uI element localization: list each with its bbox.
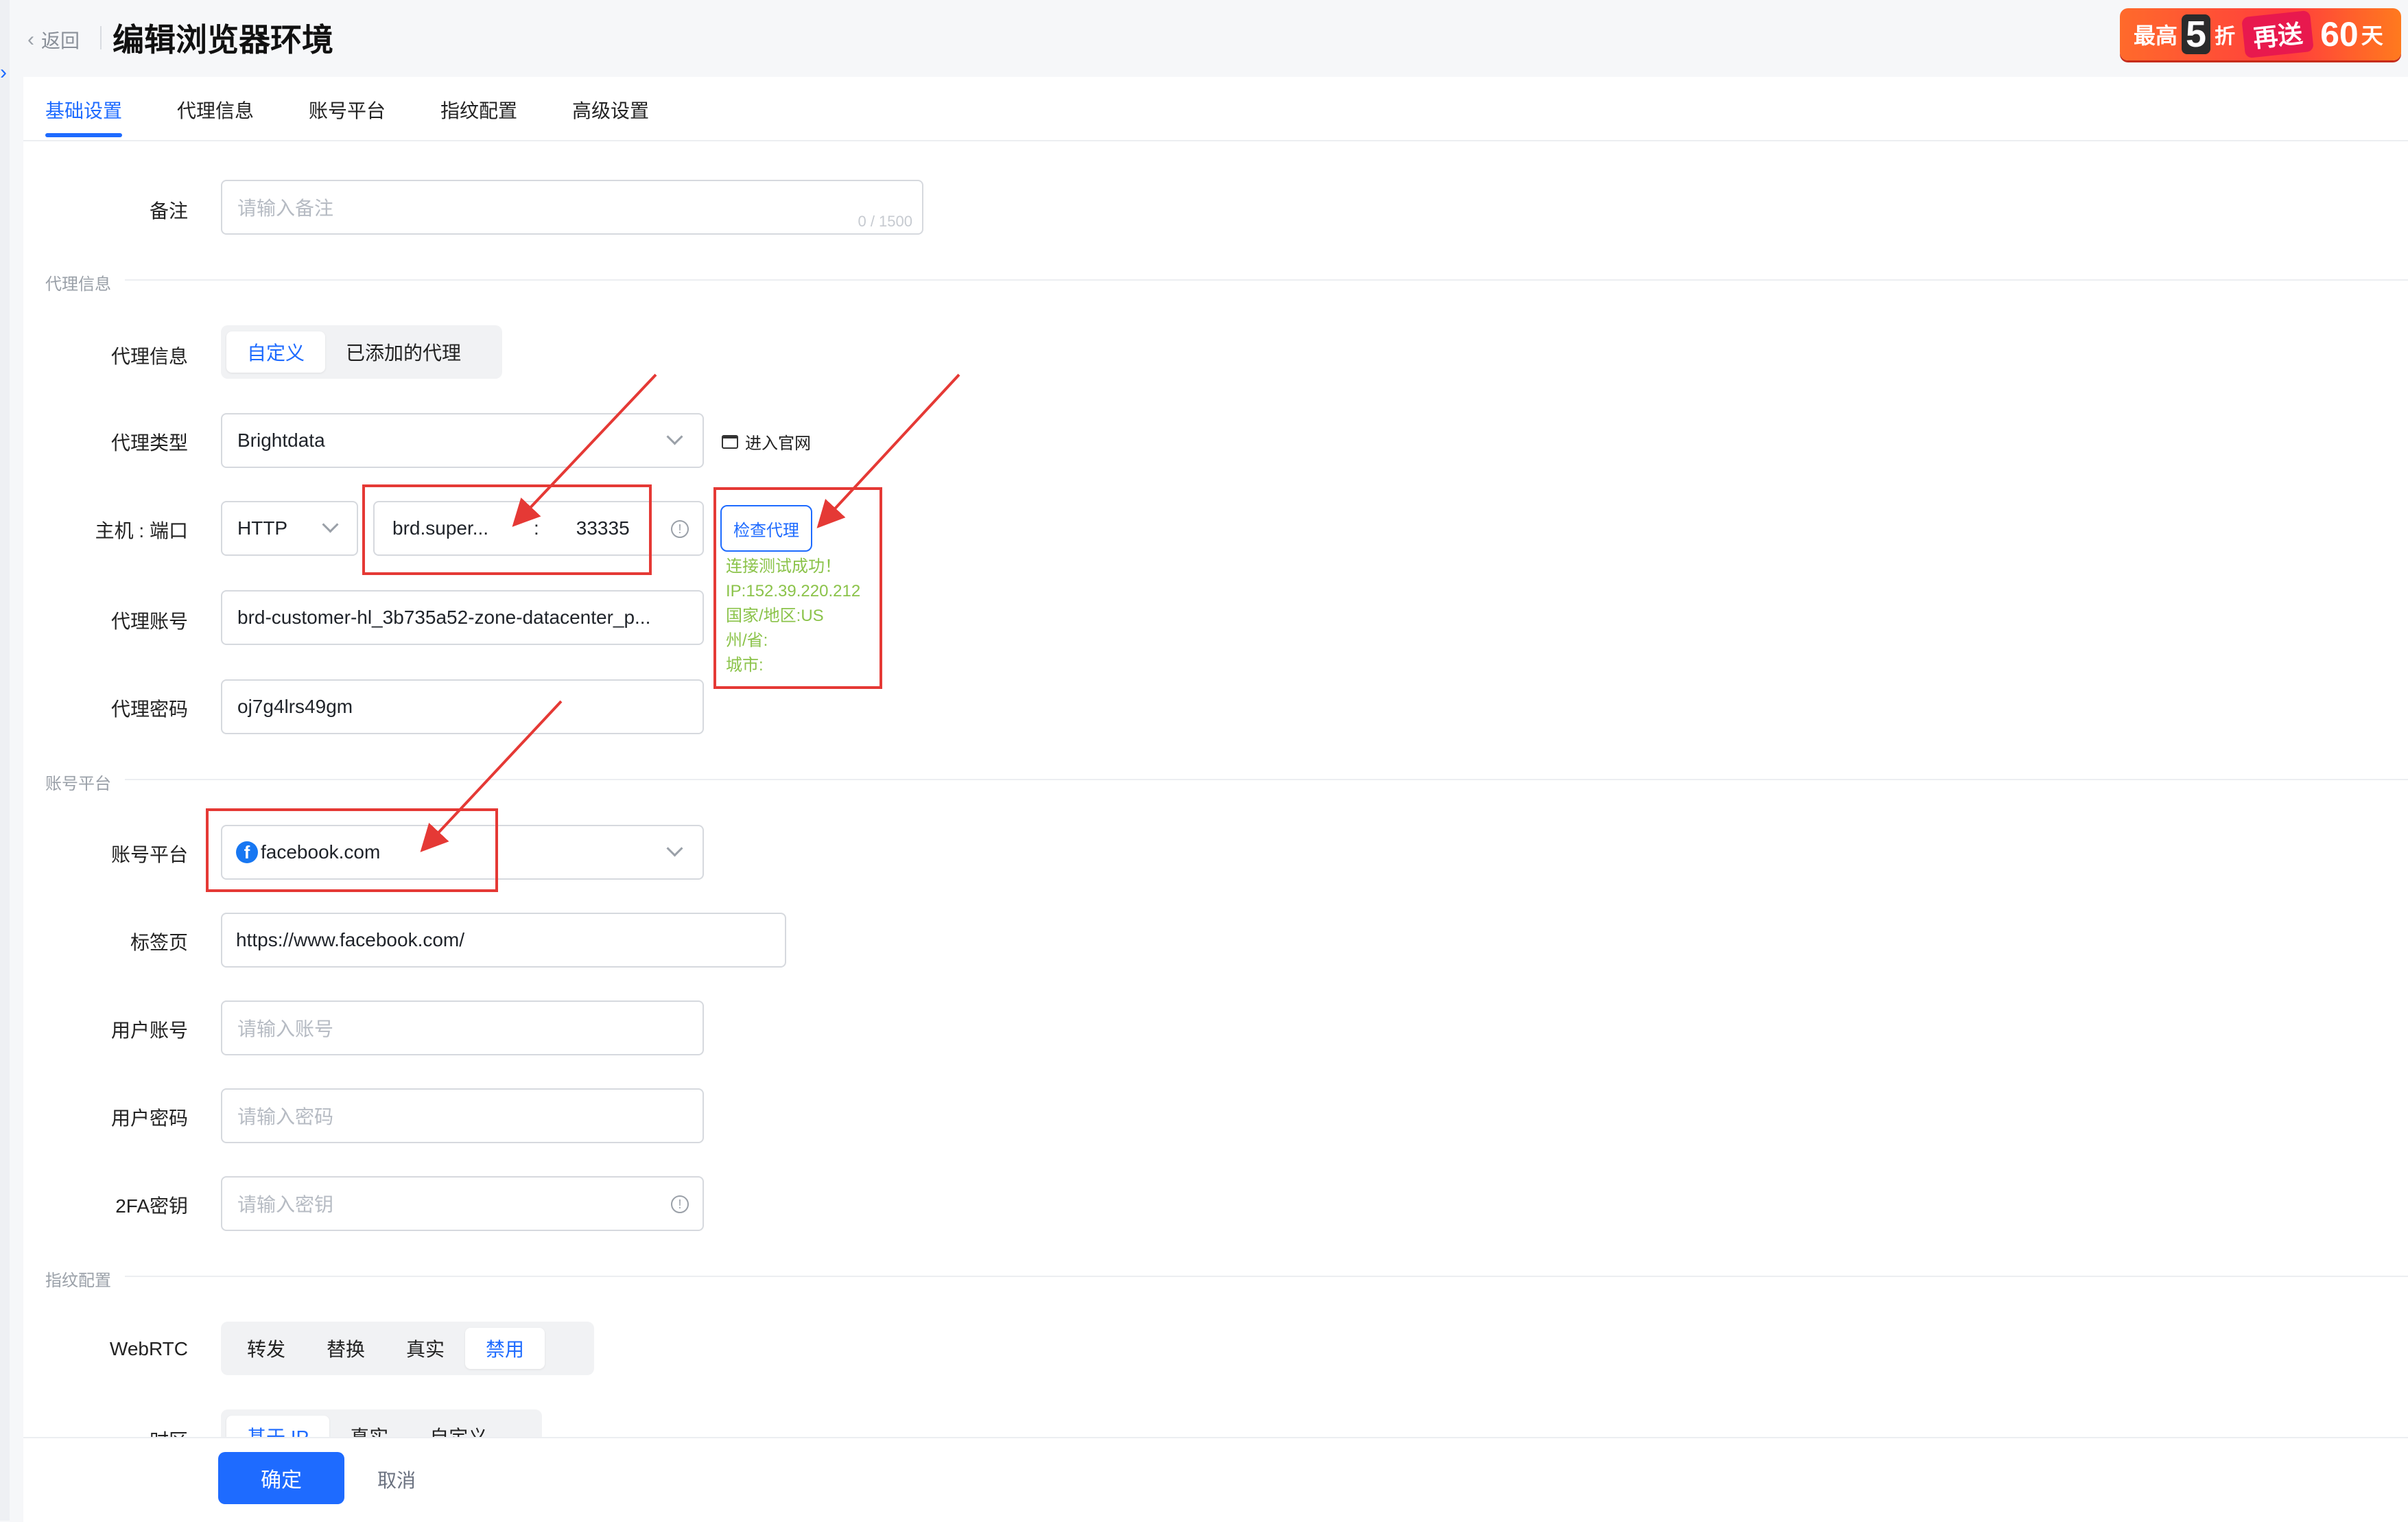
annotation-arrow [420, 700, 563, 852]
annotation-arrows [420, 373, 960, 852]
confirm-button[interactable]: 确定 [218, 1452, 344, 1504]
annotation-arrow [512, 373, 657, 527]
cancel-button[interactable]: 取消 [377, 1466, 416, 1493]
annotation-arrow [816, 373, 960, 528]
